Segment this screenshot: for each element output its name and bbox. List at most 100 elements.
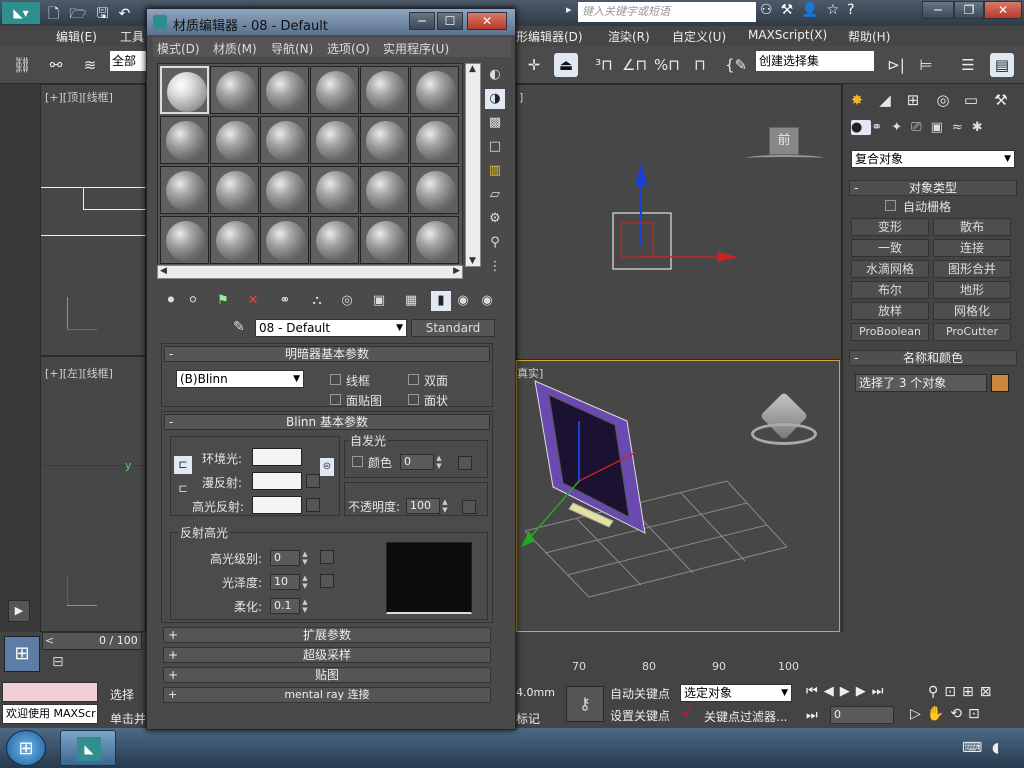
assign-to-selection-icon[interactable]: ⚑: [213, 291, 233, 311]
slots-vertical-scrollbar[interactable]: ▲ ▼: [465, 63, 481, 267]
edit-named-selection-icon[interactable]: {✎: [724, 53, 748, 77]
category-dropdown[interactable]: 复合对象 ▼: [851, 150, 1015, 168]
fov-icon[interactable]: ▷: [910, 706, 927, 722]
maximize-viewport-icon[interactable]: ⊡: [968, 706, 986, 722]
connect-button[interactable]: 连接: [933, 239, 1011, 257]
me-menu-modes[interactable]: 模式(D): [157, 40, 200, 57]
sample-type-icon[interactable]: ◐: [485, 65, 505, 85]
me-menu-options[interactable]: 选项(O): [327, 40, 370, 57]
menu-tools[interactable]: 工具: [120, 28, 144, 45]
glossiness-spinner[interactable]: ▲ ▼: [300, 574, 310, 590]
self-illum-map-button[interactable]: [458, 456, 472, 470]
mirror-icon[interactable]: ⊳|: [884, 53, 908, 77]
material-type-button[interactable]: Standard: [411, 319, 495, 337]
sample-slot[interactable]: [410, 66, 459, 114]
background-checker-icon[interactable]: ▩: [485, 113, 505, 133]
blinn-params-title[interactable]: - Blinn 基本参数: [164, 414, 490, 430]
shapemerge-button[interactable]: 图形合并: [933, 260, 1011, 278]
proboolean-button[interactable]: ProBoolean: [851, 323, 929, 341]
shader-params-title[interactable]: - 明暗器基本参数: [164, 346, 490, 362]
snap-3-icon[interactable]: ³⊓: [592, 53, 616, 77]
search-input[interactable]: 键入关键字或短语: [578, 2, 756, 22]
bind-spacewarp-icon[interactable]: ≋: [78, 53, 102, 77]
video-color-check-icon[interactable]: ▥: [485, 161, 505, 181]
systems-icon[interactable]: ✱: [972, 120, 992, 135]
selection-filter-dropdown[interactable]: 全部: [110, 51, 146, 71]
scroll-left-icon[interactable]: ◀: [160, 266, 167, 276]
sample-slot[interactable]: [360, 66, 409, 114]
sample-slot[interactable]: [410, 166, 459, 214]
make-unique-icon[interactable]: ⚭: [275, 291, 295, 311]
maxscript-listener-white[interactable]: 欢迎使用 MAXScr: [2, 704, 98, 724]
sample-slot[interactable]: [160, 166, 209, 214]
glossiness-map-button[interactable]: [320, 574, 334, 588]
sample-slot[interactable]: [410, 216, 459, 264]
material-id-icon[interactable]: ◎: [337, 291, 357, 311]
get-material-icon[interactable]: ⚫: [161, 291, 181, 311]
soften-spinner[interactable]: ▲ ▼: [300, 598, 310, 614]
key-mode-icon[interactable]: ⏭: [806, 708, 818, 723]
place-icon[interactable]: ⏏: [554, 53, 578, 77]
faceted-checkbox[interactable]: [408, 394, 419, 405]
two-sided-checkbox[interactable]: [408, 374, 419, 385]
link-icon[interactable]: ⛓: [10, 53, 34, 77]
add-time-tag[interactable]: 标记: [516, 710, 540, 727]
extended-params-rollout[interactable]: + 扩展参数: [163, 627, 491, 643]
scatter-button[interactable]: 散布: [933, 218, 1011, 236]
show-end-result-icon[interactable]: ▦: [401, 291, 421, 311]
sample-slot[interactable]: [310, 166, 359, 214]
goto-start-icon[interactable]: ⏮: [806, 684, 824, 699]
sample-slot[interactable]: [160, 66, 209, 114]
play-icon[interactable]: ▶: [840, 684, 856, 699]
zoom-extents-all-icon[interactable]: ⊠: [980, 684, 998, 700]
specular-color-swatch[interactable]: [252, 496, 302, 514]
morph-button[interactable]: 变形: [851, 218, 929, 236]
sample-slot[interactable]: [310, 116, 359, 164]
wire-checkbox[interactable]: [330, 374, 341, 385]
spec-level-value[interactable]: 0: [270, 550, 300, 566]
viewport-front[interactable]: ] 前: [516, 84, 842, 360]
me-menu-material[interactable]: 材质(M): [213, 40, 257, 57]
utilities-tab-icon[interactable]: ⚒: [989, 88, 1013, 112]
next-frame-icon[interactable]: ▶: [856, 684, 872, 699]
viewcube-front[interactable]: 前: [769, 127, 799, 155]
named-selection-dropdown[interactable]: 创建选择集: [756, 51, 874, 71]
spec-level-map-button[interactable]: [320, 550, 334, 564]
search-arrow-icon[interactable]: ▸: [566, 3, 572, 16]
slots-horizontal-scrollbar[interactable]: ◀ ▶: [157, 265, 463, 279]
glossiness-value[interactable]: 10: [270, 574, 300, 590]
diffuse-color-swatch[interactable]: [252, 472, 302, 490]
eyedropper-icon[interactable]: ✎: [233, 319, 245, 335]
menu-maxscript[interactable]: MAXScript(X): [748, 28, 827, 42]
create-tab-icon[interactable]: ✸: [845, 88, 869, 112]
geometry-icon[interactable]: ●: [851, 120, 872, 135]
go-forward-sibling-icon[interactable]: ◉: [453, 291, 473, 311]
menu-edit[interactable]: 编辑(E): [56, 28, 97, 45]
ambient-lock-icon[interactable]: ⊜: [320, 458, 334, 476]
sample-uv-tiling-icon[interactable]: □: [485, 137, 505, 157]
app-close-button[interactable]: ✕: [984, 1, 1022, 19]
viewport-left[interactable]: [+][左][线框] y: [40, 356, 147, 632]
zoom-extents-icon[interactable]: ⊞: [962, 684, 980, 700]
object-name-field[interactable]: 选择了 3 个对象: [855, 374, 987, 392]
save-icon[interactable]: 🖫: [97, 6, 119, 22]
viewport-top-label[interactable]: [+][顶][线框]: [45, 89, 113, 105]
taskbar-3dsmax-app[interactable]: ◣: [60, 730, 116, 766]
menu-customize[interactable]: 自定义(U): [672, 28, 726, 45]
put-to-library-icon[interactable]: ⛬: [307, 291, 327, 311]
sample-slot[interactable]: [260, 216, 309, 264]
material-editor-title-bar[interactable]: 材质编辑器 - 08 - Default ─ ☐ ✕: [147, 9, 515, 35]
specular-map-button[interactable]: [306, 498, 320, 512]
me-close-button[interactable]: ✕: [467, 12, 507, 30]
spec-level-spinner[interactable]: ▲ ▼: [300, 550, 310, 566]
goto-end-icon[interactable]: ⏭: [872, 684, 890, 699]
supersampling-rollout[interactable]: + 超级采样: [163, 647, 491, 663]
key-icon[interactable]: ⚷: [566, 686, 604, 722]
helpers-icon[interactable]: ▣: [931, 120, 952, 135]
ambient-color-swatch[interactable]: [252, 448, 302, 466]
me-maximize-button[interactable]: ☐: [437, 12, 463, 30]
select-by-material-icon[interactable]: ⚲: [485, 233, 505, 253]
orbit-icon[interactable]: ⟲: [950, 706, 968, 722]
sample-slot[interactable]: [260, 116, 309, 164]
hierarchy-tab-icon[interactable]: ⊞: [901, 88, 925, 112]
